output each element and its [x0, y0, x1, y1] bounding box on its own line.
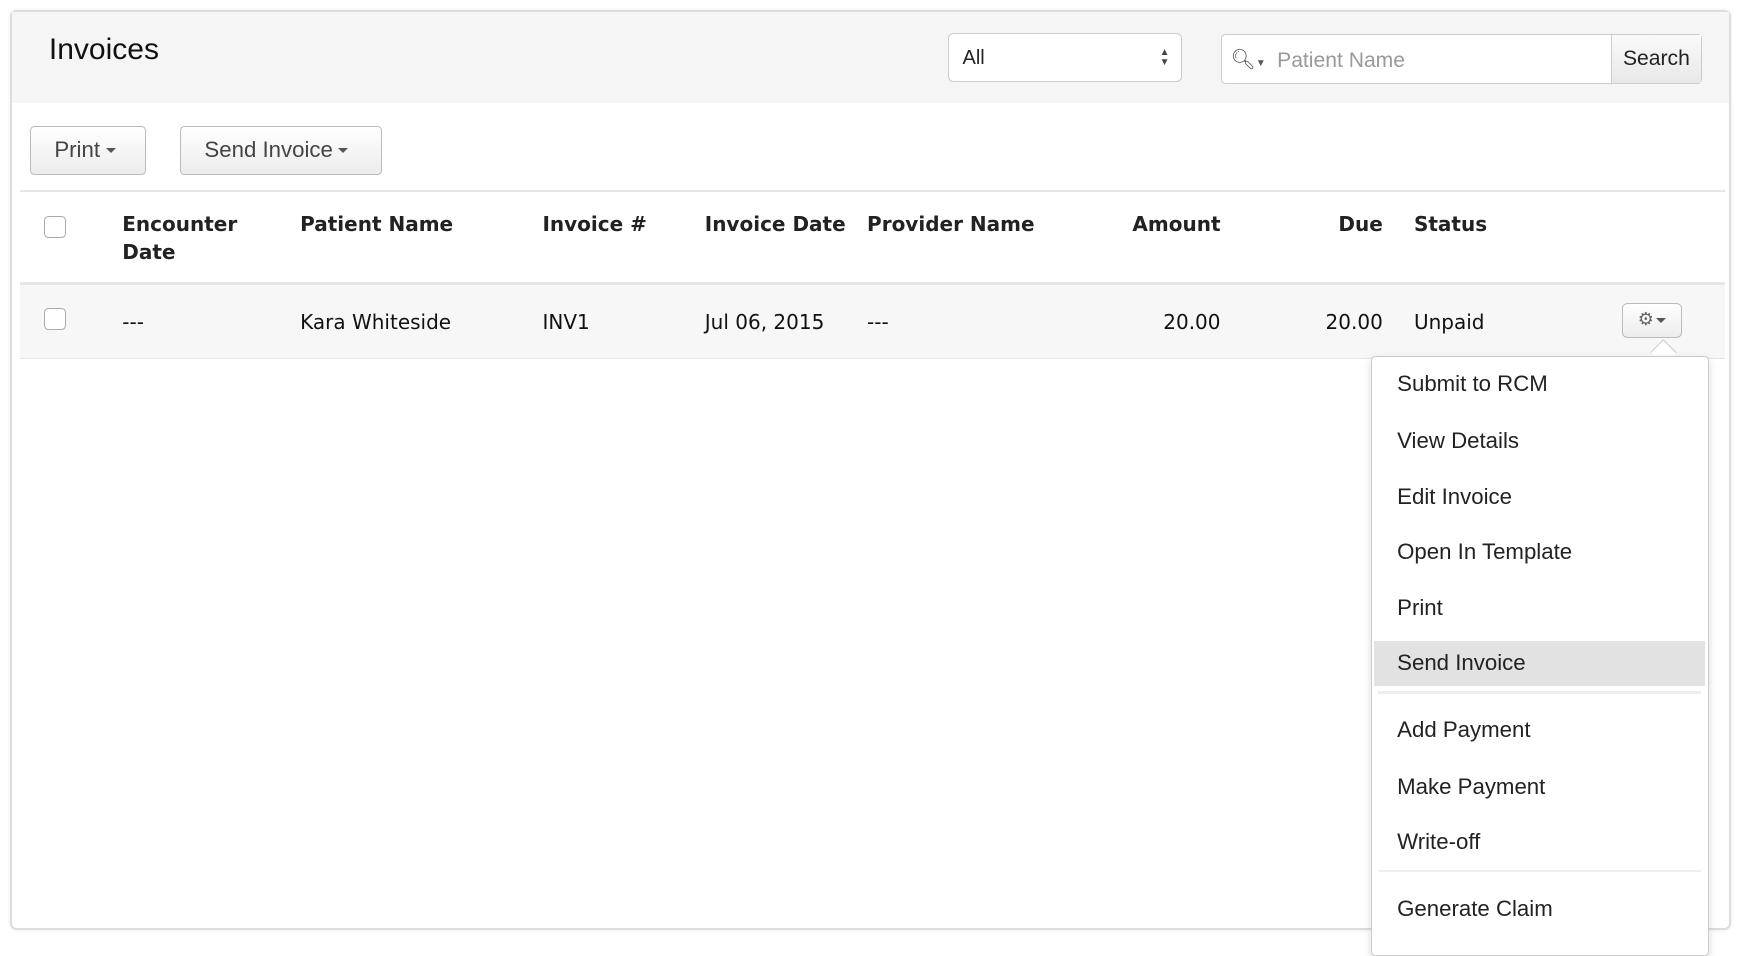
- menu-item-make-payment[interactable]: Make Payment: [1374, 765, 1705, 809]
- search-button[interactable]: Search: [1610, 35, 1701, 84]
- col-patient-name[interactable]: Patient Name: [300, 211, 453, 239]
- menu-item-view-details[interactable]: View Details: [1374, 419, 1705, 463]
- select-all-checkbox[interactable]: [44, 215, 67, 238]
- menu-item-print[interactable]: Print: [1374, 586, 1705, 630]
- col-provider-name[interactable]: Provider Name: [867, 211, 1035, 239]
- col-invoice-date[interactable]: Invoice Date: [705, 211, 846, 239]
- caret-down-icon: [1655, 318, 1666, 324]
- col-amount[interactable]: Amount: [1067, 211, 1220, 239]
- select-arrows-icon: ▲ ▼: [1159, 46, 1170, 68]
- menu-item-generate-claim[interactable]: Generate Claim: [1374, 887, 1705, 931]
- cell-due: 20.00: [1325, 310, 1383, 335]
- status-filter-select[interactable]: All ▲ ▼: [948, 33, 1182, 83]
- col-invoice-no[interactable]: Invoice #: [542, 211, 646, 239]
- menu-item-add-payment[interactable]: Add Payment: [1374, 708, 1705, 752]
- cell-invoice-date: Jul 06, 2015: [704, 310, 825, 335]
- patient-search: 🔍︎▼ Patient Name Search: [1220, 34, 1702, 85]
- caret-down-icon: [338, 148, 349, 154]
- print-button[interactable]: Print: [30, 125, 146, 175]
- menu-divider: [1378, 691, 1701, 694]
- col-due[interactable]: Due: [1267, 211, 1382, 239]
- row-actions-button[interactable]: ⚙: [1621, 303, 1682, 338]
- print-label: Print: [54, 136, 101, 162]
- menu-item-submit-to-rcm[interactable]: Submit to RCM: [1374, 362, 1705, 406]
- cell-invoice-no: INV1: [542, 310, 590, 335]
- menu-item-write-off[interactable]: Write-off: [1374, 820, 1705, 864]
- menu-item-open-in-template[interactable]: Open In Template: [1374, 530, 1705, 574]
- row-actions-menu: Submit to RCM View Details Edit Invoice …: [1370, 355, 1709, 956]
- menu-divider: [1378, 870, 1701, 873]
- search-input[interactable]: Patient Name: [1277, 49, 1405, 73]
- cell-encounter-date: ---: [122, 310, 144, 335]
- cell-patient-name: Kara Whiteside: [300, 310, 452, 335]
- col-encounter-date[interactable]: Encounter Date: [122, 211, 237, 267]
- send-invoice-button[interactable]: Send Invoice: [180, 125, 383, 175]
- caret-down-icon: [105, 148, 116, 154]
- row-checkbox[interactable]: [44, 307, 67, 330]
- cell-status: Unpaid: [1413, 310, 1485, 335]
- cell-amount: 20.00: [1163, 310, 1221, 335]
- menu-item-send-invoice[interactable]: Send Invoice: [1373, 641, 1706, 686]
- search-icon[interactable]: 🔍︎▼: [1230, 47, 1265, 72]
- cell-provider-name: ---: [867, 310, 889, 335]
- gear-icon: ⚙: [1637, 309, 1654, 330]
- divider: [20, 190, 1726, 193]
- send-invoice-label: Send Invoice: [204, 136, 333, 162]
- page-title: Invoices: [48, 33, 159, 67]
- col-status[interactable]: Status: [1414, 211, 1487, 239]
- filter-value: All: [962, 46, 985, 69]
- menu-item-edit-invoice[interactable]: Edit Invoice: [1374, 475, 1705, 519]
